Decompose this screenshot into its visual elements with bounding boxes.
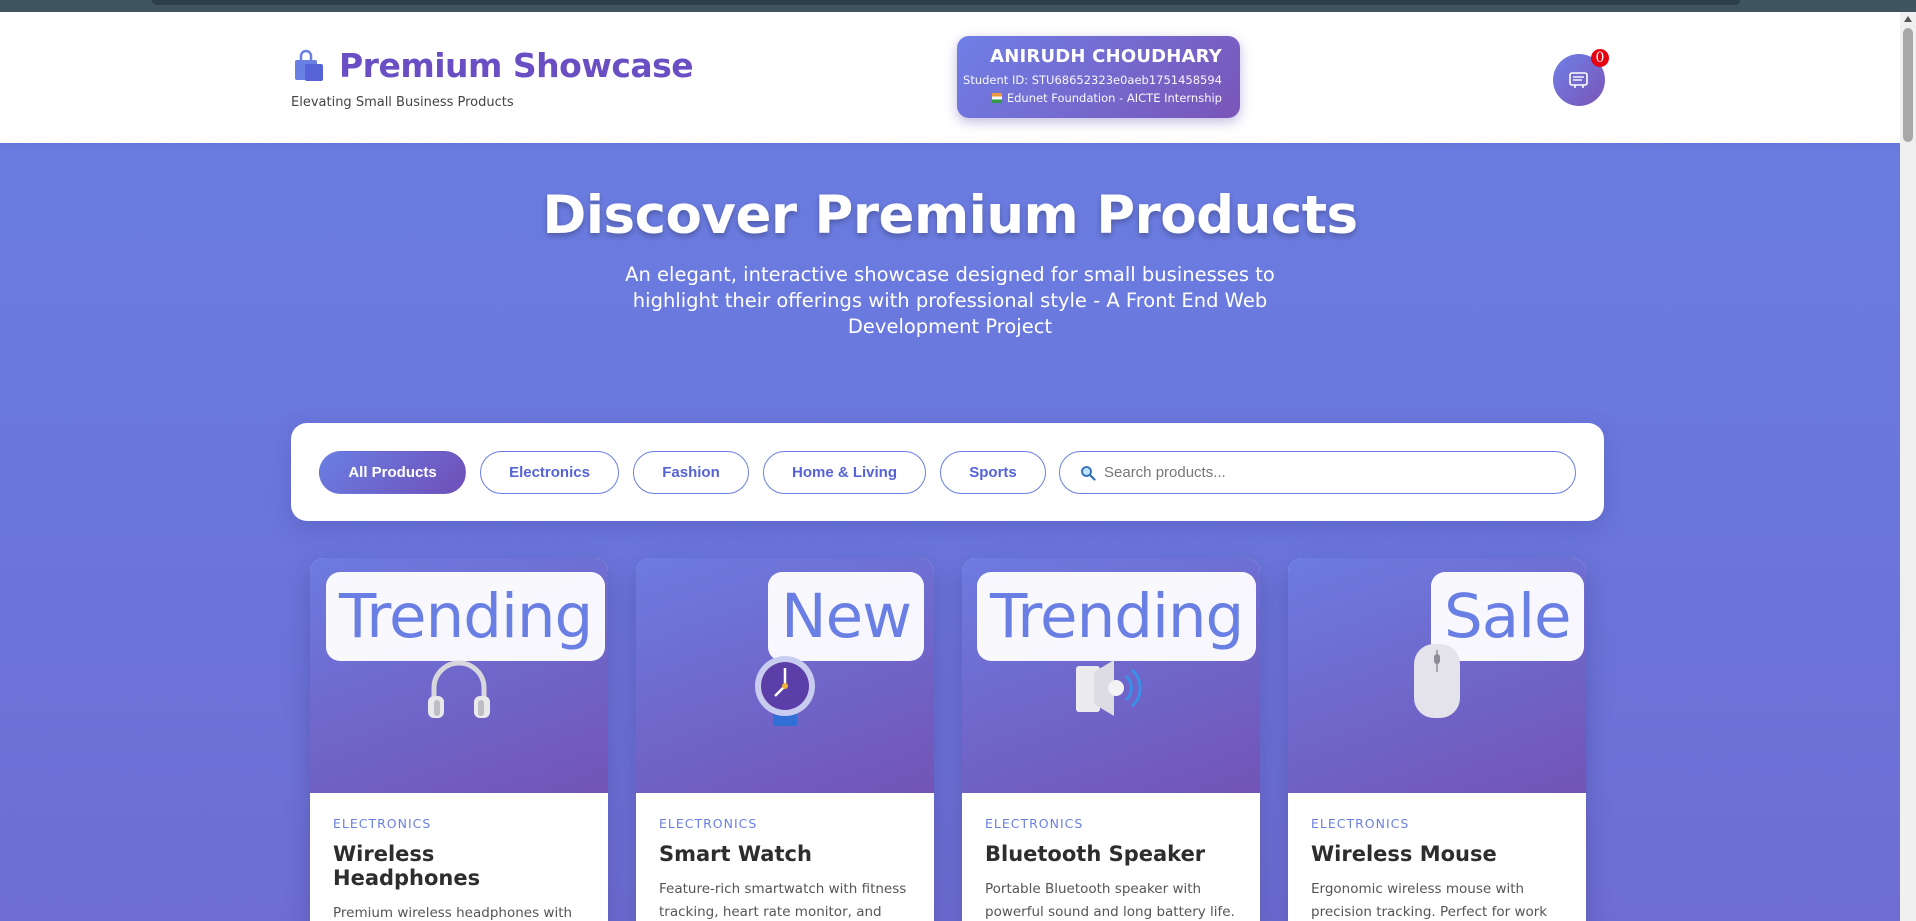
student-info-card: ANIRUDH CHOUDHARY Student ID: STU6865232… (957, 36, 1240, 118)
product-description: Premium wireless headphones with noise c… (333, 905, 573, 921)
filter-all-products[interactable]: All Products (319, 451, 466, 494)
brand-title: Premium Showcase (339, 46, 694, 85)
flag-icon (991, 93, 1002, 103)
filter-electronics[interactable]: Electronics (480, 451, 619, 494)
product-description: Ergonomic wireless mouse with precision … (1311, 881, 1548, 920)
product-card[interactable]: Trending ELECTRONICS Wireless Headphones… (310, 558, 608, 921)
site-header: Premium Showcase Elevating Small Busines… (0, 12, 1900, 143)
product-category: ELECTRONICS (333, 816, 432, 831)
product-image: Trending (310, 558, 608, 793)
cart-icon (1569, 72, 1588, 88)
product-badge: New (768, 572, 925, 661)
product-name: Smart Watch (659, 842, 812, 866)
product-image: New (636, 558, 934, 793)
product-image: Sale (1288, 558, 1586, 793)
filter-home-living[interactable]: Home & Living (763, 451, 926, 494)
product-name: Bluetooth Speaker (985, 842, 1206, 866)
page-scrollbar[interactable] (1900, 12, 1916, 921)
product-description: Portable Bluetooth speaker with powerful… (985, 881, 1235, 920)
product-info: ELECTRONICS Wireless Headphones Premium … (333, 816, 588, 921)
brand[interactable]: Premium Showcase (291, 46, 694, 85)
product-card[interactable]: New ELECTRONICS Smart Watch Feature-rich… (636, 558, 934, 921)
brand-tagline: Elevating Small Business Products (291, 95, 514, 110)
product-name: Wireless Headphones (333, 842, 481, 890)
product-category: ELECTRONICS (659, 816, 758, 831)
filter-bar: All Products Electronics Fashion Home & … (291, 423, 1604, 521)
product-card[interactable]: Sale ELECTRONICS Wireless Mouse Ergonomi… (1288, 558, 1586, 921)
product-description: Feature-rich smartwatch with fitness tra… (659, 881, 907, 920)
cart-count-badge: 0 (1591, 49, 1609, 67)
filter-sports[interactable]: Sports (940, 451, 1046, 494)
product-name: Wireless Mouse (1311, 842, 1497, 866)
hero-title: Discover Premium Products (542, 185, 1358, 246)
scrollbar-thumb[interactable] (1903, 28, 1913, 142)
search-input[interactable] (1104, 464, 1564, 481)
product-info: ELECTRONICS Smart Watch Feature-rich sma… (659, 816, 914, 921)
product-category: ELECTRONICS (985, 816, 1084, 831)
search-box[interactable] (1059, 451, 1576, 494)
student-id: Student ID: STU68652323e0aeb1751458594 (963, 73, 1222, 87)
product-category: ELECTRONICS (1311, 816, 1410, 831)
headphones-icon (428, 660, 490, 718)
speaker-icon (1076, 660, 1142, 716)
student-name: ANIRUDH CHOUDHARY (990, 46, 1222, 67)
shopping-bag-icon (295, 49, 323, 81)
student-org-label: Edunet Foundation - AICTE Internship (1006, 91, 1222, 105)
student-org: Edunet Foundation - AICTE Internship (957, 91, 1222, 105)
product-image: Trending (962, 558, 1260, 793)
search-icon (1081, 465, 1096, 481)
filter-fashion[interactable]: Fashion (633, 451, 749, 494)
product-info: ELECTRONICS Wireless Mouse Ergonomic wir… (1311, 816, 1566, 921)
product-badge: Trending (326, 572, 606, 661)
watch-icon (755, 656, 815, 726)
product-card[interactable]: Trending ELECTRONICS Bluetooth Speaker P… (962, 558, 1260, 921)
product-badge: Trending (977, 572, 1257, 661)
scroll-up-arrow-icon[interactable] (1904, 16, 1912, 22)
browser-tab-bar (152, 0, 1740, 5)
browser-top-strip (0, 0, 1916, 12)
mouse-icon (1414, 644, 1460, 718)
product-info: ELECTRONICS Bluetooth Speaker Portable B… (985, 816, 1240, 921)
hero-subtitle: An elegant, interactive showcase designe… (625, 263, 1275, 338)
